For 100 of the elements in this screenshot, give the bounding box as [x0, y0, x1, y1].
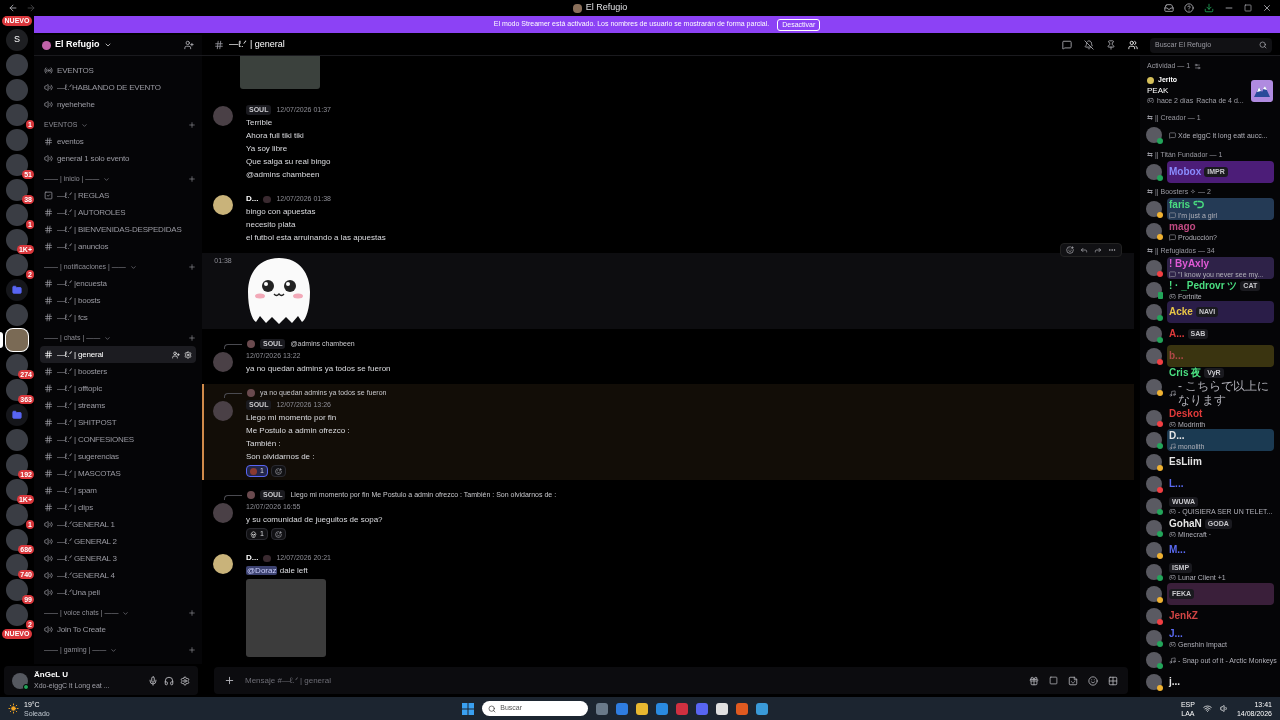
channel-item[interactable]: —ℓ.ᐟ |encuesta	[40, 275, 196, 292]
broadcast-icon	[44, 66, 53, 75]
pin-icon[interactable]	[1106, 40, 1116, 50]
taskbar-app-icon[interactable]	[636, 702, 649, 715]
avatar	[1146, 432, 1162, 448]
add-reaction-button[interactable]	[270, 465, 286, 477]
member-item[interactable]: JenkZ	[1143, 605, 1277, 627]
gif-icon[interactable]	[1049, 676, 1058, 685]
message-input[interactable]: Mensaje #—ℓ.ᐟ | general	[214, 667, 1128, 694]
avatar	[1146, 564, 1162, 580]
invite-icon[interactable]	[184, 40, 194, 50]
headphones-icon[interactable]	[164, 675, 174, 686]
window-title: El Refugio	[585, 1, 628, 15]
channel-item[interactable]: —ℓ.ᐟ | fcs	[40, 309, 196, 326]
folder-button[interactable]	[6, 404, 28, 426]
add-reaction-icon	[274, 467, 282, 475]
channel-item[interactable]: —ℓ.ᐟGENERAL 1	[40, 516, 196, 533]
channel-item[interactable]: —ℓ.ᐟUna peli	[40, 584, 196, 601]
channel-item[interactable]: —ℓ.ᐟ | sugerencias	[40, 448, 196, 465]
more-icon[interactable]	[1108, 246, 1116, 254]
emoji-icon[interactable]	[1088, 675, 1098, 686]
add-channel-icon[interactable]	[188, 334, 196, 342]
channel-item[interactable]: —ℓ.ᐟ | spam	[40, 482, 196, 499]
channel-item[interactable]: —ℓ.ᐟ | boosters	[40, 363, 196, 380]
muted-bell-icon[interactable]	[1084, 40, 1094, 50]
hash-icon	[44, 418, 53, 427]
folder-button[interactable]	[6, 279, 28, 301]
add-channel-icon[interactable]	[188, 175, 196, 183]
hash-icon	[44, 242, 53, 251]
member-item[interactable]: L...	[1143, 473, 1277, 495]
inbox-icon[interactable]	[1164, 3, 1174, 13]
sticker-icon[interactable]	[1068, 675, 1078, 686]
mention-link[interactable]: @Doraz	[246, 566, 278, 575]
channel-item[interactable]: —ℓ.ᐟGENERAL 4	[40, 567, 196, 584]
gift-icon[interactable]	[1029, 675, 1039, 686]
channel-item[interactable]: —ℓ.ᐟ | clips	[40, 499, 196, 516]
channel-item[interactable]: —ℓ.ᐟ GENERAL 2	[40, 533, 196, 550]
channel-item[interactable]: —ℓ.ᐟ GENERAL 3	[40, 550, 196, 567]
taskbar-app-icon[interactable]	[756, 702, 769, 715]
channel-item[interactable]: general 1 solo evento	[40, 150, 196, 167]
add-channel-icon[interactable]	[188, 646, 196, 654]
server-icon[interactable]	[6, 329, 28, 351]
chevron-icon	[104, 334, 112, 342]
invite-icon[interactable]	[172, 350, 180, 359]
member-item[interactable]: M...	[1143, 539, 1277, 561]
server-name-button[interactable]: El Refugio	[55, 38, 100, 52]
channel-item[interactable]: —ℓ.ᐟ | BIENVENIDAS-DESPEDIDAS	[40, 221, 196, 238]
add-reaction-button[interactable]	[270, 528, 286, 540]
speaker-icon	[44, 625, 53, 634]
forward-icon[interactable]	[1094, 246, 1102, 254]
member-item[interactable]: j...	[1143, 671, 1277, 693]
members-icon[interactable]	[1128, 40, 1138, 50]
settings-icon[interactable]	[1194, 62, 1202, 70]
channel-item[interactable]: —ℓ.ᐟ | boosts	[40, 292, 196, 309]
settings-icon[interactable]	[180, 675, 190, 686]
channel-title: —ℓ.ᐟ | general	[229, 38, 285, 52]
microphone-icon[interactable]	[148, 675, 158, 686]
speaker-icon	[44, 571, 53, 580]
back-arrow-icon[interactable]	[8, 3, 18, 13]
channel-item[interactable]: —ℓ.ᐟ | SHITPOST	[40, 414, 196, 431]
avatar	[213, 554, 233, 574]
speech-bubble-icon	[1169, 270, 1176, 278]
avatar	[1147, 76, 1154, 84]
channel-item[interactable]: —ℓ.ᐟ | AUTOROLES	[40, 204, 196, 221]
member-name: Deskot	[1169, 407, 1203, 420]
add-channel-icon[interactable]	[188, 121, 196, 129]
channel-item[interactable]: —ℓ.ᐟ | REGLAS	[40, 187, 196, 204]
channel-item[interactable]: —ℓ.ᐟ | offtopic	[40, 380, 196, 397]
add-reaction-icon[interactable]	[1066, 246, 1074, 254]
taskbar-app-icon[interactable]	[716, 702, 729, 715]
start-icon[interactable]	[462, 702, 475, 715]
channel-item[interactable]: EVENTOS	[40, 62, 196, 79]
avatar	[1146, 282, 1162, 298]
attach-icon[interactable]	[224, 675, 235, 686]
channel-item[interactable]: —ℓ.ᐟHABLANDO DE EVENTO	[40, 79, 196, 96]
channel-item[interactable]: —ℓ.ᐟ | MASCOTAS	[40, 465, 196, 482]
apps-icon[interactable]	[1108, 675, 1118, 686]
server-button[interactable]: S	[6, 29, 28, 51]
channel-item[interactable]: —ℓ.ᐟ | CONFESIONES	[40, 431, 196, 448]
threads-icon[interactable]	[1062, 40, 1072, 50]
help-icon[interactable]	[1184, 3, 1194, 13]
hash-icon	[44, 296, 53, 305]
close-icon[interactable]	[1262, 3, 1272, 13]
download-icon[interactable]	[1204, 3, 1214, 13]
add-channel-icon[interactable]	[188, 263, 196, 271]
channel-item[interactable]: —ℓ.ᐟ | anuncios	[40, 238, 196, 255]
channel-item[interactable]: —ℓ.ᐟ | streams	[40, 397, 196, 414]
channel-item[interactable]: nyehehehe	[40, 96, 196, 113]
channel-item[interactable]: Join To Create	[40, 621, 196, 638]
avatar	[1146, 348, 1162, 364]
avatar	[1146, 454, 1162, 470]
channel-item[interactable]: eventos	[40, 133, 196, 150]
maximize-icon[interactable]	[1244, 4, 1252, 12]
member-item[interactable]: EsLiim	[1143, 451, 1277, 473]
channel-item[interactable]: —ℓ.ᐟ | general	[40, 346, 196, 363]
folder-icon	[12, 410, 22, 420]
reply-icon[interactable]	[1080, 246, 1088, 254]
avatar	[1146, 608, 1162, 624]
add-channel-icon[interactable]	[188, 609, 196, 617]
chevron-icon[interactable]	[103, 41, 112, 49]
